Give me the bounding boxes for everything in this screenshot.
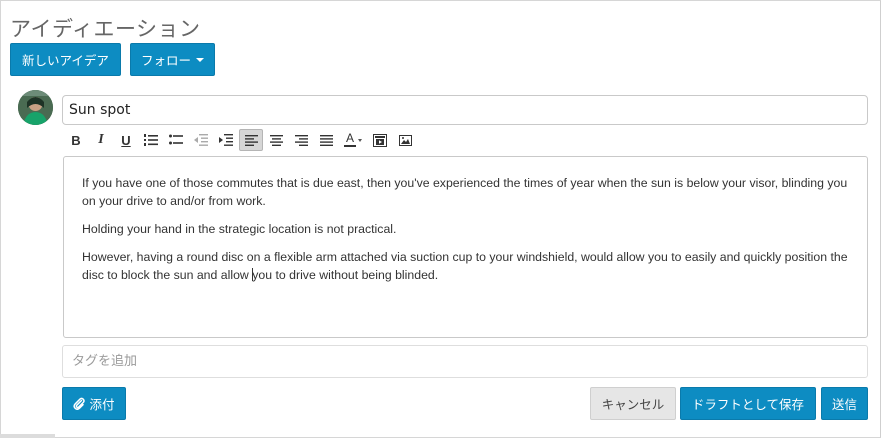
caret-down-icon	[196, 57, 204, 62]
italic-button[interactable]: I	[89, 129, 113, 151]
send-label: 送信	[831, 397, 857, 412]
align-center-icon	[269, 134, 283, 146]
indent-button[interactable]	[214, 129, 238, 151]
align-left-button[interactable]	[239, 129, 263, 151]
panel-edge	[0, 434, 55, 438]
new-idea-button[interactable]: 新しいアイデア	[10, 43, 121, 76]
save-draft-button[interactable]: ドラフトとして保存	[680, 387, 816, 420]
video-icon	[373, 133, 387, 147]
underline-button[interactable]: U	[114, 129, 138, 151]
unordered-list-button[interactable]	[164, 129, 188, 151]
body-text: you to drive without being blinded.	[252, 268, 439, 282]
underline-icon: U	[121, 132, 131, 148]
follow-dropdown-button[interactable]: フォロー	[130, 43, 215, 76]
follow-label: フォロー	[140, 53, 191, 68]
body-paragraph: Holding your hand in the strategic locat…	[82, 222, 397, 236]
cancel-label: キャンセル	[601, 397, 665, 412]
font-color-icon: A	[344, 131, 356, 147]
font-color-button[interactable]: A	[339, 129, 367, 151]
attach-label: 添付	[89, 397, 115, 412]
image-button[interactable]	[393, 129, 417, 151]
attach-button[interactable]: 添付	[62, 387, 126, 420]
outdent-button[interactable]	[189, 129, 213, 151]
body-paragraph: If you have one of those commutes that i…	[82, 176, 848, 208]
save-draft-label: ドラフトとして保存	[691, 397, 805, 412]
tags-input[interactable]	[62, 345, 868, 378]
chevron-down-icon	[358, 138, 362, 142]
indent-icon	[219, 134, 233, 146]
paperclip-icon	[73, 397, 86, 410]
unordered-list-icon	[169, 134, 183, 145]
send-button[interactable]: 送信	[821, 387, 868, 420]
idea-body-editor[interactable]: If you have one of those commutes that i…	[63, 156, 868, 338]
justify-button[interactable]	[314, 129, 338, 151]
avatar	[18, 90, 53, 125]
align-left-icon	[244, 134, 258, 146]
justify-icon	[319, 134, 333, 146]
new-idea-label: 新しいアイデア	[22, 53, 109, 68]
page-title: アイディエーション	[10, 17, 201, 41]
font-color-letter: A	[345, 131, 354, 145]
ordered-list-icon	[144, 134, 158, 146]
video-button[interactable]	[368, 129, 392, 151]
bold-button[interactable]: B	[64, 129, 88, 151]
editor-toolbar: B I U A	[64, 128, 418, 152]
body-paragraph: However, having a round disc on a flexib…	[82, 248, 849, 284]
idea-title-input[interactable]	[62, 95, 868, 125]
image-icon	[398, 134, 412, 146]
italic-icon: I	[98, 132, 104, 147]
align-right-button[interactable]	[289, 129, 313, 151]
outdent-icon	[194, 134, 208, 146]
ordered-list-button[interactable]	[139, 129, 163, 151]
align-right-icon	[294, 134, 308, 146]
bold-icon: B	[71, 132, 81, 148]
font-color-swatch	[344, 145, 356, 147]
body-text: However, having a round disc on a flexib…	[82, 250, 848, 282]
align-center-button[interactable]	[264, 129, 288, 151]
cancel-button[interactable]: キャンセル	[590, 387, 676, 420]
